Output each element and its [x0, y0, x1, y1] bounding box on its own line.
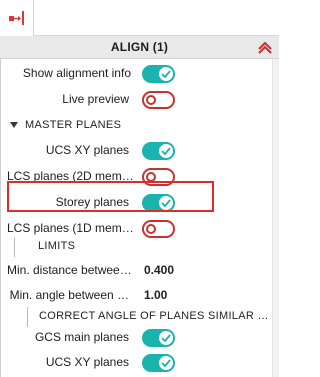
align-tool-icon [9, 11, 24, 25]
min-distance-label: Min. distance betwee… [7, 263, 132, 277]
top-toolbar [0, 0, 279, 37]
lcs-planes-1d-toggle[interactable] [142, 220, 175, 238]
check-icon [161, 70, 171, 78]
panel-title: ALIGN (1) [110, 40, 169, 54]
row-ucs-xy-planes: UCS XY planes [1, 139, 273, 163]
ucs-xy-planes-label: UCS XY planes [45, 143, 129, 157]
limits-title: LIMITS [38, 240, 76, 252]
check-icon [161, 359, 171, 367]
row-gcs-main-planes: GCS main planes [1, 326, 273, 350]
show-alignment-info-toggle[interactable] [142, 65, 175, 83]
align-tool-tab[interactable] [0, 0, 34, 37]
section-limits[interactable]: LIMITS [1, 237, 273, 257]
min-distance-value[interactable]: 0.400 [144, 263, 174, 277]
row-min-angle: Min. angle between … 1.00 [1, 284, 273, 308]
chevron-up-icon[interactable] [257, 39, 273, 55]
ucs-xy-planes-2-label: UCS XY planes [45, 355, 129, 369]
lcs-planes-1d-label: LCS planes (1D mem… [7, 221, 134, 235]
min-angle-label: Min. angle between … [9, 288, 129, 302]
section-master-planes[interactable]: MASTER PLANES [1, 116, 273, 136]
row-live-preview: Live preview [1, 88, 273, 112]
ucs-xy-planes-2-toggle[interactable] [142, 354, 175, 372]
section-correct-angle[interactable]: CORRECT ANGLE OF PLANES SIMILAR … [1, 307, 273, 327]
highlight-box [7, 181, 214, 212]
properties-content: Show alignment info Live preview MASTER … [0, 59, 272, 377]
gcs-main-planes-toggle[interactable] [142, 329, 175, 347]
expand-triangle-icon[interactable] [10, 122, 18, 128]
live-preview-label: Live preview [62, 92, 129, 106]
scrollbar[interactable] [272, 59, 279, 377]
min-angle-value[interactable]: 1.00 [144, 288, 167, 302]
gcs-main-planes-label: GCS main planes [34, 330, 129, 344]
correct-angle-title: CORRECT ANGLE OF PLANES SIMILAR … [39, 310, 269, 322]
check-icon [161, 334, 171, 342]
show-alignment-info-label: Show alignment info [22, 66, 131, 80]
row-ucs-xy-planes-2: UCS XY planes [1, 351, 273, 375]
panel-header: ALIGN (1) [0, 36, 279, 59]
row-min-distance: Min. distance betwee… 0.400 [1, 259, 273, 283]
master-planes-title: MASTER PLANES [25, 119, 122, 131]
live-preview-toggle[interactable] [142, 91, 175, 109]
ucs-xy-planes-toggle[interactable] [142, 142, 175, 160]
check-icon [161, 147, 171, 155]
row-show-alignment-info: Show alignment info [1, 62, 273, 86]
